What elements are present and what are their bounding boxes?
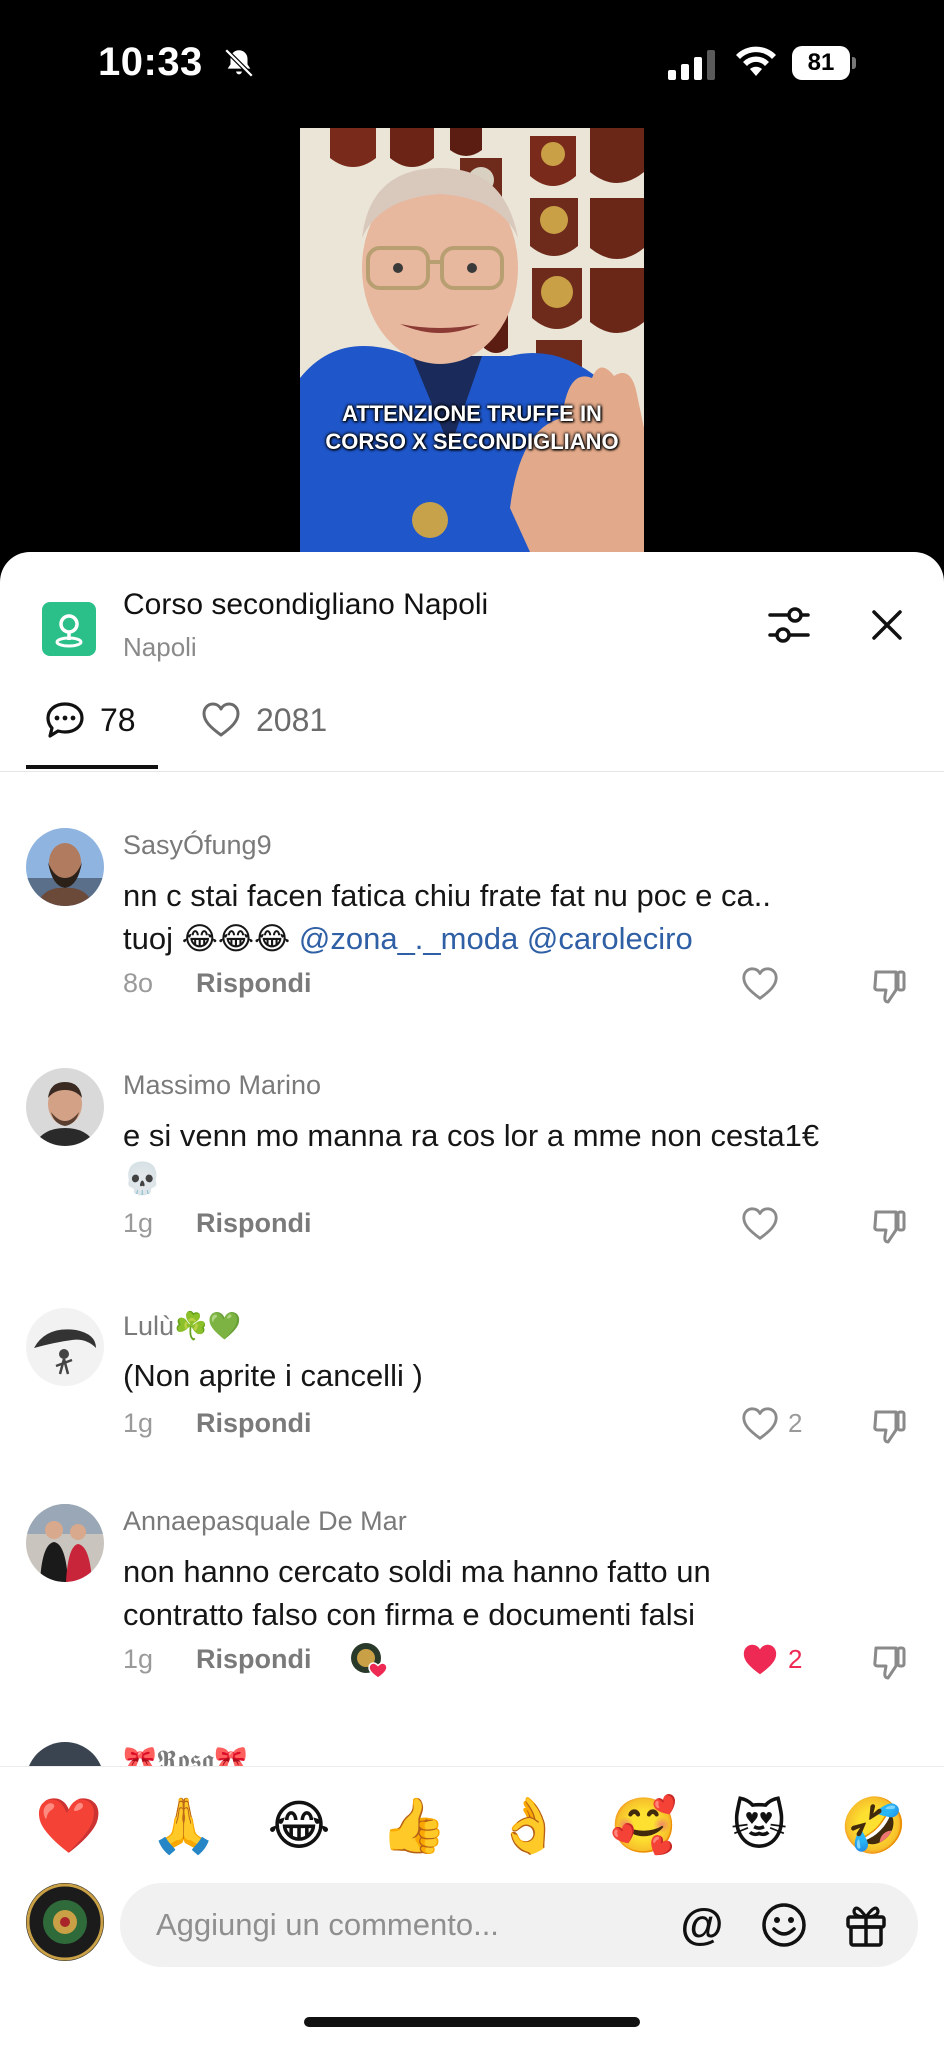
quick-emoji-joy[interactable]: 😂 xyxy=(264,1791,334,1861)
battery-level: 81 xyxy=(792,46,850,80)
comment-text-line1: nn c stai facen fatica chiu frate fat nu… xyxy=(123,878,771,913)
comment-username[interactable]: Annaepasquale De Mar xyxy=(123,1506,407,1537)
my-avatar[interactable] xyxy=(26,1883,104,1961)
heart-outline-icon[interactable] xyxy=(740,1204,780,1244)
comments-count: 78 xyxy=(100,701,136,738)
avatar[interactable] xyxy=(26,1742,104,1766)
comment-item: Lulù☘️💚 (Non aprite i cancelli ) 1g Risp… xyxy=(0,1308,944,1458)
heart-outline-icon xyxy=(202,702,240,737)
signal-icon xyxy=(668,50,715,80)
comment-text-line2: 💀 xyxy=(123,1161,162,1196)
video-caption-line1: ATTENZIONE TRUFFE IN xyxy=(342,401,602,426)
comment-username[interactable]: Massimo Marino xyxy=(123,1070,321,1101)
creator-liked-badge-icon xyxy=(351,1643,388,1679)
mention-link[interactable]: @zona_._moda xyxy=(299,921,518,956)
quick-emoji-heart[interactable]: ❤️ xyxy=(34,1791,104,1861)
wifi-icon xyxy=(736,46,776,76)
video-caption-line2: CORSO X SECONDIGLIANO xyxy=(325,429,619,454)
comment-text: e si venn mo manna ra cos lor a mme non … xyxy=(123,1114,903,1200)
tab-active-indicator xyxy=(26,765,158,769)
avatar[interactable] xyxy=(26,1504,104,1582)
comment-time: 1g xyxy=(123,1644,154,1674)
battery-tip xyxy=(852,57,856,69)
status-time: 10:33 xyxy=(98,40,203,84)
reply-button[interactable]: Rispondi xyxy=(196,1644,312,1675)
tab-likes[interactable]: 2081 xyxy=(200,692,327,748)
mention-at-icon[interactable]: @ xyxy=(676,1899,728,1951)
location-title[interactable]: Corso secondigliano Napoli xyxy=(123,588,488,622)
comment-input-box[interactable]: @ xyxy=(120,1883,918,1967)
comment-username[interactable]: SasyÓfung9 xyxy=(123,830,272,861)
heart-outline-icon[interactable] xyxy=(740,964,780,1004)
comment-item: Annaepasquale De Mar non hanno cercato s… xyxy=(0,1504,944,1694)
dislike-icon[interactable] xyxy=(870,1206,910,1246)
heart-filled-icon[interactable] xyxy=(740,1640,780,1680)
tab-comments[interactable]: 78 xyxy=(44,692,136,748)
comment-bubble-icon xyxy=(46,702,84,738)
comment-text: non hanno cercato soldi ma hanno fatto u… xyxy=(123,1550,903,1636)
video-caption: ATTENZIONE TRUFFE IN CORSO X SECONDIGLIA… xyxy=(300,400,644,456)
tab-divider xyxy=(0,771,944,772)
video-frame xyxy=(300,128,644,552)
comment-username[interactable]: Lulù☘️💚 xyxy=(123,1310,241,1342)
battery-icon: 81 xyxy=(792,46,856,80)
video-preview[interactable]: ATTENZIONE TRUFFE IN CORSO X SECONDIGLIA… xyxy=(300,128,644,552)
comment-item: SasyÓfung9 nn c stai facen fatica chiu f… xyxy=(0,828,944,1018)
likes-count: 2081 xyxy=(256,701,328,738)
status-bar: 10:33 81 xyxy=(0,0,944,130)
close-icon[interactable] xyxy=(866,604,908,646)
comment-composer: ❤️ 🙏 😂 👍 👌 🥰 😻 🤣 @ xyxy=(0,1766,944,2048)
heart-outline-icon[interactable] xyxy=(740,1404,780,1444)
comment-time: 1g xyxy=(123,1208,154,1238)
comment-time: 1g xyxy=(123,1408,154,1438)
reply-button[interactable]: Rispondi xyxy=(196,968,312,999)
location-subtitle: Napoli xyxy=(123,632,197,662)
comment-text-line2: contratto falso con firma e documenti fa… xyxy=(123,1597,696,1632)
quick-emoji-pray[interactable]: 🙏 xyxy=(149,1791,219,1861)
quick-emoji-ok-hand[interactable]: 👌 xyxy=(494,1791,564,1861)
avatar[interactable] xyxy=(26,1068,104,1146)
comment-text-line2-plain: tuoj 😂😂😂 xyxy=(123,921,299,956)
quick-emoji-rofl[interactable]: 🤣 xyxy=(839,1791,909,1861)
comment-text: (Non aprite i cancelli ) xyxy=(123,1358,423,1393)
comment-text-line1: e si venn mo manna ra cos lor a mme non … xyxy=(123,1118,820,1153)
location-pin-icon[interactable] xyxy=(42,602,96,656)
comment-item: 🎀𝕽𝖔𝖘𝖆🎀 xyxy=(0,1742,944,1766)
comment-text-line2: tuoj 😂😂😂 @zona_._moda @caroleciro xyxy=(123,917,903,960)
reply-button[interactable]: Rispondi xyxy=(196,1408,312,1439)
home-indicator[interactable] xyxy=(304,2017,640,2027)
comment-text: nn c stai facen fatica chiu frate fat nu… xyxy=(123,874,903,960)
quick-emoji-thumbs-up[interactable]: 👍 xyxy=(379,1791,449,1861)
like-count: 2 xyxy=(788,1644,803,1674)
quick-emoji-smiling-hearts[interactable]: 🥰 xyxy=(609,1791,679,1861)
comment-username[interactable]: 🎀𝕽𝖔𝖘𝖆🎀 xyxy=(123,1744,248,1766)
comment-time: 8o xyxy=(123,968,154,998)
dislike-icon[interactable] xyxy=(870,966,910,1006)
filter-icon[interactable] xyxy=(764,600,814,650)
comment-item: Massimo Marino e si venn mo manna ra cos… xyxy=(0,1068,944,1258)
avatar[interactable] xyxy=(26,1308,104,1386)
gift-icon[interactable] xyxy=(842,1899,890,1949)
emoji-picker-icon[interactable] xyxy=(760,1901,808,1949)
bell-off-icon xyxy=(224,48,254,78)
like-count: 2 xyxy=(788,1408,803,1438)
dislike-icon[interactable] xyxy=(870,1406,910,1446)
avatar[interactable] xyxy=(26,828,104,906)
mention-link[interactable]: @caroleciro xyxy=(527,921,693,956)
quick-emoji-heart-eyes-cat[interactable]: 😻 xyxy=(724,1791,794,1861)
comment-text-line1: non hanno cercato soldi ma hanno fatto u… xyxy=(123,1554,711,1589)
comment-input[interactable] xyxy=(156,1883,676,1967)
reply-button[interactable]: Rispondi xyxy=(196,1208,312,1239)
dislike-icon[interactable] xyxy=(870,1642,910,1682)
